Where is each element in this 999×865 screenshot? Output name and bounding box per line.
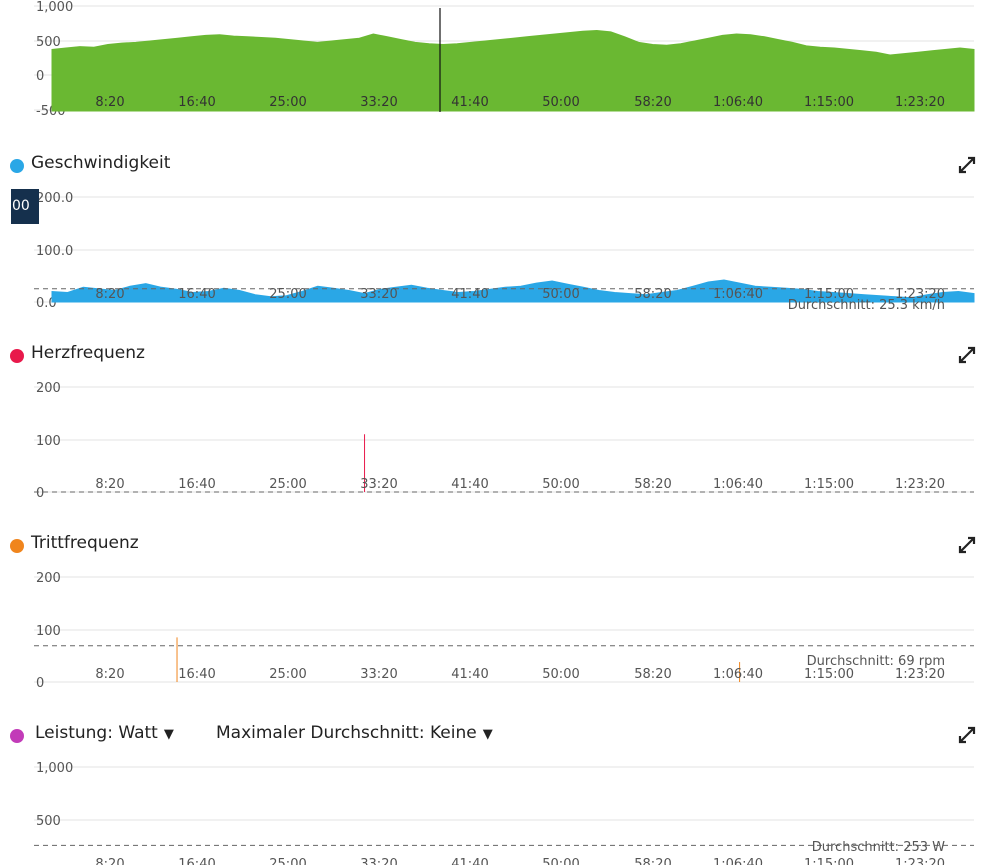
y-tick-label: 500 [36, 35, 61, 50]
x-tick-label: 8:20 [95, 287, 124, 302]
x-tick-label: 50:00 [542, 667, 579, 682]
cadence-legend-dot [10, 539, 24, 553]
power-metric-label: Leistung: Watt [35, 723, 158, 743]
x-tick-label: 41:40 [451, 477, 488, 492]
cadence-chart[interactable]: 200 100 0 8:20 16:40 25:00 33:20 41:40 50:00 58:2… [0, 565, 999, 693]
x-tick-label: 33:20 [360, 667, 397, 682]
x-tick-label: 41:40 [451, 95, 488, 110]
plot-area: 200 100 0 8:20 16:40 25:00 33:20 41:40 50:00 58:2… [34, 381, 974, 501]
heartrate-legend-dot [10, 349, 24, 363]
x-tick-label: 50:00 [542, 287, 579, 302]
heartrate-chart[interactable]: 200 100 0 8:20 16:40 25:00 33:20 41:40 50:00 58:2… [0, 375, 999, 503]
caret-down-icon: ▼ [163, 727, 174, 742]
x-tick-label: 8:20 [95, 477, 124, 492]
x-tick-label: 16:40 [178, 667, 215, 682]
x-tick-label: 58:20 [634, 477, 671, 492]
power-metric-dropdown[interactable]: Leistung: Watt ▼ [35, 723, 174, 743]
x-tick-label: 8:20 [95, 95, 124, 110]
cadence-panel: Trittfrequenz 200 100 0 8:20 16:40 25:00 33:20… [0, 530, 999, 693]
power-panel: Leistung: Watt ▼ Maximaler Durchschnitt: … [0, 720, 999, 865]
speed-legend-dot [10, 159, 24, 173]
caret-down-icon: ▼ [482, 727, 493, 742]
x-tick-label: 1:23:20 [895, 95, 945, 110]
plot-area: 200 100 0 8:20 16:40 25:00 33:20 41:40 50:00 58:2… [34, 571, 974, 691]
x-tick-label: 25:00 [269, 667, 306, 682]
y-tick-label: 200.0 [36, 191, 73, 206]
cadence-title: Trittfrequenz [31, 533, 139, 553]
hover-value-tooltip: 00 [11, 189, 39, 224]
speed-chart[interactable]: 200.0100.00.08:20 16:40 25:00 33:20 41:40 50:… [0, 185, 999, 320]
x-tick-label: 58:20 [634, 667, 671, 682]
max-average-dropdown[interactable]: Maximaler Durchschnitt: Keine ▼ [216, 723, 493, 743]
x-tick-label: 58:20 [634, 287, 671, 302]
plot-area: 200.0100.00.08:20 16:40 25:00 33:20 41:40 50:… [34, 191, 975, 313]
cadence-header: Trittfrequenz [0, 530, 999, 560]
y-tick-label: 0 [36, 676, 44, 691]
y-tick-label: 200 [36, 381, 61, 396]
heartrate-title: Herzfrequenz [31, 343, 145, 363]
speed-title: Geschwindigkeit [31, 153, 171, 173]
y-tick-label: 1,000 [36, 761, 73, 776]
x-tick-label: 8:20 [95, 667, 124, 682]
y-tick-label: 0 [36, 69, 44, 84]
heartrate-panel: Herzfrequenz 200 100 0 8:20 16:40 25:00 33:20 4… [0, 340, 999, 503]
y-tick-label: 500 [36, 814, 61, 829]
x-tick-label: 1:06:40 [713, 477, 763, 492]
x-tick-label: 33:20 [360, 477, 397, 492]
x-tick-label: 1:15:00 [804, 95, 854, 110]
x-tick-label: 16:40 [178, 287, 215, 302]
average-label: Durchschnitt: 25.3 km/h [788, 298, 945, 313]
expand-icon[interactable] [958, 156, 976, 174]
x-tick-label: 16:40 [178, 477, 215, 492]
y-tick-label: 100.0 [36, 244, 73, 259]
x-tick-label: 25:00 [269, 95, 306, 110]
x-tick-label: 1:23:20 [895, 667, 945, 682]
x-tick-label: 25:00 [269, 287, 306, 302]
x-tick-label: 50:00 [542, 477, 579, 492]
plot-area: 1,0005008:20 16:40 25:00 33:20 41:40 50:00 58:… [34, 761, 974, 865]
elevation-chart[interactable]: 1,0005000-5008:20 16:40 25:00 33:20 41:40 50:… [0, 0, 999, 120]
power-legend-dot [10, 729, 24, 743]
expand-icon[interactable] [958, 346, 976, 364]
x-tick-label: 1:23:20 [895, 477, 945, 492]
x-tick-label: 25:00 [269, 477, 306, 492]
power-header: Leistung: Watt ▼ Maximaler Durchschnitt: … [0, 720, 999, 750]
speed-panel: Geschwindigkeit 200.0 100.0 0.0 8:20 16:40 25… [0, 150, 999, 318]
y-tick-label: 100 [36, 624, 61, 639]
heartrate-header: Herzfrequenz [0, 340, 999, 370]
average-label: Durchschnitt: 253 W [812, 840, 945, 855]
elevation-panel: 1,000 500 0 -500 8:20 16:40 25:00 33:20 41:40 50:… [0, 0, 999, 120]
x-tick-label: 58:20 [634, 95, 671, 110]
x-tick-label: 1:06:40 [713, 95, 763, 110]
expand-icon[interactable] [958, 726, 976, 744]
plot-area: 1,0005000-5008:20 16:40 25:00 33:20 41:40 50:… [34, 0, 975, 119]
y-tick-label: 200 [36, 571, 61, 586]
y-tick-label: 100 [36, 434, 61, 449]
x-tick-label: 1:15:00 [804, 477, 854, 492]
x-tick-label: 41:40 [451, 287, 488, 302]
x-tick-label: 33:20 [360, 95, 397, 110]
average-label: Durchschnitt: 69 rpm [807, 654, 945, 669]
x-tick-label: 50:00 [542, 95, 579, 110]
x-tick-label: 33:20 [360, 287, 397, 302]
x-tick-label: 1:15:00 [804, 667, 854, 682]
x-tick-label: 1:06:40 [713, 667, 763, 682]
power-chart[interactable]: 1,0005008:20 16:40 25:00 33:20 41:40 50:00 58:… [0, 755, 999, 865]
x-tick-label: 1:06:40 [713, 287, 763, 302]
max-average-label: Maximaler Durchschnitt: Keine [216, 723, 477, 743]
expand-icon[interactable] [958, 536, 976, 554]
y-tick-label: 0 [36, 486, 44, 501]
x-tick-label: 41:40 [451, 667, 488, 682]
speed-header: Geschwindigkeit [0, 150, 999, 180]
x-tick-label: 16:40 [178, 95, 215, 110]
y-tick-label: 1,000 [36, 0, 73, 15]
